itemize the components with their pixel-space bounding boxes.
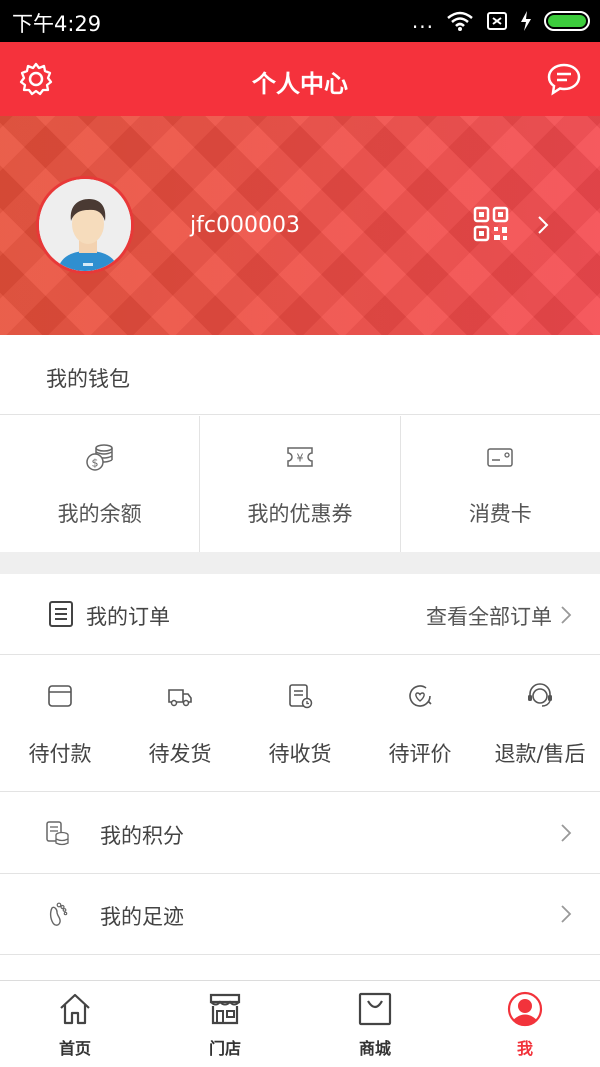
menu-item-points[interactable]: 我的积分 [0,793,600,874]
status-time: 下午4:29 [12,12,102,36]
wifi-icon [447,11,473,31]
tab-label: 商城 [358,1039,391,1058]
username: jfc000003 [190,213,300,238]
tab-label: 我 [516,1039,533,1058]
orders-header[interactable]: 我的订单 查看全部订单 [0,574,600,655]
menu-item-label: 我的足迹 [100,905,184,929]
bottom-tab-bar: 首页 门店 商城 我 [0,980,600,1067]
page-title: 个人中心 [252,70,348,98]
footprint-icon [49,902,68,926]
tab-mall[interactable]: 商城 [300,981,450,1067]
review-icon [409,685,432,707]
order-refund-aftersale[interactable]: 退款/售后 [480,656,600,791]
order-pending-shipment[interactable]: 待发货 [120,656,240,791]
profile-banner: jfc000003 [0,116,600,335]
store-icon [209,993,241,1025]
wallet-title: 我的钱包 [46,367,130,391]
svg-text:$: $ [91,457,98,470]
coupon-icon: ¥ [287,447,313,467]
sim-icon [487,12,507,30]
message-icon[interactable] [546,61,582,97]
tab-store[interactable]: 门店 [150,981,300,1067]
order-status-label: 待发货 [148,742,212,766]
tab-home[interactable]: 首页 [0,981,150,1067]
order-status-label: 待评价 [388,742,452,766]
wallet-item-balance[interactable]: $ 我的余额 [0,416,201,552]
headset-icon [528,683,552,707]
order-pending-receipt[interactable]: 待收货 [240,656,360,791]
menu-item-footprint[interactable]: 我的足迹 [0,874,600,955]
tab-label: 门店 [208,1039,241,1058]
home-icon [60,993,90,1025]
chevron-right-icon [561,905,572,923]
wallet-row: $ 我的余额 ¥ 我的优惠券 消费卡 [0,416,600,552]
charging-icon [521,11,531,31]
wallet-item-label: 我的余额 [57,502,142,526]
wallet-item-coupon[interactable]: ¥ 我的优惠券 [200,416,401,552]
avatar[interactable] [36,176,134,274]
chevron-right-icon [561,606,572,624]
card-icon [487,448,514,467]
points-icon [46,821,69,846]
chevron-right-icon [561,824,572,842]
chevron-right-icon[interactable] [536,214,550,236]
wallet-item-card[interactable]: 消费卡 [401,416,600,552]
wallet-section-header: 我的钱包 [0,335,600,415]
qr-code-icon[interactable] [473,206,509,242]
svg-text:¥: ¥ [296,452,303,465]
status-icons: ... [412,9,590,33]
wallet-item-label: 我的优惠券 [247,502,353,526]
wallet-icon [48,685,72,707]
order-status-label: 待收货 [268,742,332,766]
order-pending-review[interactable]: 待评价 [360,656,480,791]
user-icon [507,991,543,1027]
shopping-bag-icon [358,992,392,1026]
menu-item-label: 我的积分 [100,824,184,848]
status-bar: 下午4:29 ... [0,0,600,42]
battery-icon [544,11,590,31]
order-status-label: 退款/售后 [494,742,586,766]
order-list-icon [49,601,73,627]
receipt-icon [289,684,313,709]
tab-me[interactable]: 我 [450,981,600,1067]
app-header: 个人中心 [0,42,600,116]
orders-title: 我的订单 [86,605,170,629]
section-divider [0,552,600,574]
order-status-label: 待付款 [28,742,92,766]
status-dots: ... [411,9,434,33]
coins-icon: $ [85,444,113,471]
avatar-image [39,179,131,271]
truck-icon [168,689,192,707]
tab-label: 首页 [58,1039,91,1058]
wallet-item-label: 消费卡 [468,502,532,526]
order-status-row: 待付款 待发货 待收货 待评价 退款/售后 [0,656,600,792]
order-pending-payment[interactable]: 待付款 [0,656,120,791]
view-all-orders-link[interactable]: 查看全部订单 [426,601,552,631]
